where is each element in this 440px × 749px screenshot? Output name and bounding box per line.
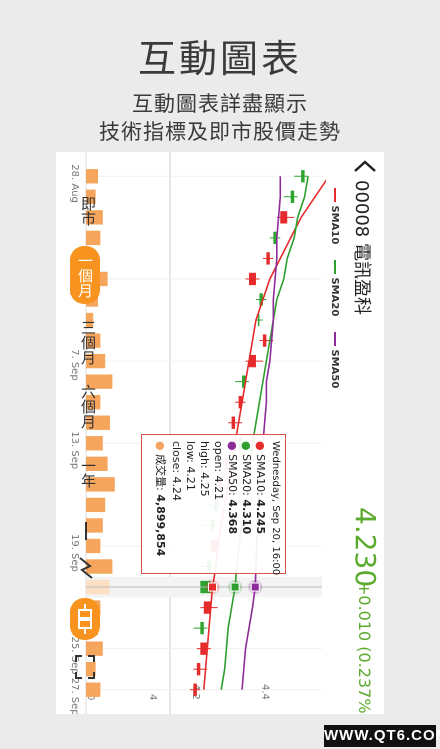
- range-1month[interactable]: 一個月: [70, 246, 100, 304]
- landscape-view: 00008 電訊盈科 4.230 +0.010 (0.237%) SMA10 S…: [56, 152, 384, 714]
- line-chart-button[interactable]: [78, 520, 94, 542]
- app-screen: 00008 電訊盈科 4.230 +0.010 (0.237%) SMA10 S…: [56, 152, 384, 714]
- line-chart-icon: [85, 522, 87, 540]
- candle-body: [193, 683, 197, 696]
- volume-bar: [86, 169, 98, 184]
- legend-sma20: SMA20: [329, 260, 340, 316]
- site-watermark: WWW.QT6.COM: [324, 725, 440, 747]
- tooltip-volume: ● 成交量: 4,899,854: [154, 441, 167, 557]
- hero-subtitle-line2: 技術指標及即市股價走勢: [99, 120, 341, 144]
- range-1year[interactable]: 一年: [78, 458, 99, 488]
- candle-body: [196, 663, 201, 676]
- tooltip-sma20: ● SMA20: 4.310: [240, 441, 253, 535]
- legend-sma50: SMA50: [329, 332, 340, 388]
- sma10-marker: [208, 582, 217, 592]
- stock-change: +0.010 (0.237%): [355, 582, 374, 714]
- stock-price: 4.230: [349, 507, 382, 588]
- candle-body: [231, 416, 236, 429]
- candle-body: [262, 334, 267, 347]
- sma50-line: [241, 176, 282, 690]
- legend-sma10: SMA10: [329, 188, 340, 244]
- tooltip-low: low: 4.21: [184, 441, 197, 491]
- tooltip-date: Wednesday, Sep 20, 16:00: [270, 441, 281, 576]
- hero-subtitle-line1: 互動圖表詳盡顯示: [132, 92, 308, 116]
- volume-bar: [86, 436, 103, 451]
- candle-chart-button[interactable]: [70, 598, 100, 640]
- candle-body: [290, 190, 295, 203]
- candle-body: [266, 252, 270, 265]
- sma20-line: [220, 176, 309, 690]
- volume-bar: [85, 682, 101, 697]
- chart-legend: SMA10 SMA20 SMA50: [324, 188, 340, 388]
- stock-title: 00008 電訊盈科: [351, 180, 372, 315]
- candle-body: [301, 170, 305, 183]
- volume-bar: [85, 230, 101, 246]
- range-intraday[interactable]: 即市: [78, 196, 99, 226]
- tooltip-open: open: 4.21: [212, 441, 225, 501]
- hero-title: 互動圖表: [137, 37, 302, 81]
- tooltip-high: high: 4.25: [198, 441, 211, 497]
- chart-tooltip: Wednesday, Sep 20, 16:00 ● SMA10: 4.245 …: [141, 434, 286, 576]
- zigzag-chart-button[interactable]: [76, 556, 96, 580]
- range-3month[interactable]: 三個月: [78, 320, 99, 365]
- price-tick-label: 4.4: [259, 684, 270, 700]
- x-tick-label: 27. Sep: [69, 678, 80, 714]
- zigzag-chart-icon: [79, 557, 93, 579]
- candle-body: [248, 272, 256, 286]
- sma50-marker: [250, 582, 260, 592]
- fullscreen-icon: [75, 655, 95, 679]
- fullscreen-button[interactable]: [72, 652, 98, 682]
- volume-tick-label: 4: [147, 694, 158, 700]
- tooltip-sma50: ● SMA50: 4.368: [226, 441, 239, 535]
- candlestick-chart-icon: [78, 604, 92, 634]
- volume-bar: [85, 497, 106, 513]
- candle-body: [200, 621, 204, 635]
- chevron-left-icon: [354, 160, 376, 172]
- range-6month[interactable]: 六個月: [78, 384, 99, 429]
- back-button[interactable]: [350, 156, 380, 178]
- candle-body: [280, 211, 288, 224]
- sma10-line: [203, 175, 326, 690]
- tooltip-sma10: ● SMA10: 4.245: [254, 441, 267, 535]
- tooltip-close: close: 4.24: [170, 441, 183, 502]
- sma20-marker: [230, 582, 240, 592]
